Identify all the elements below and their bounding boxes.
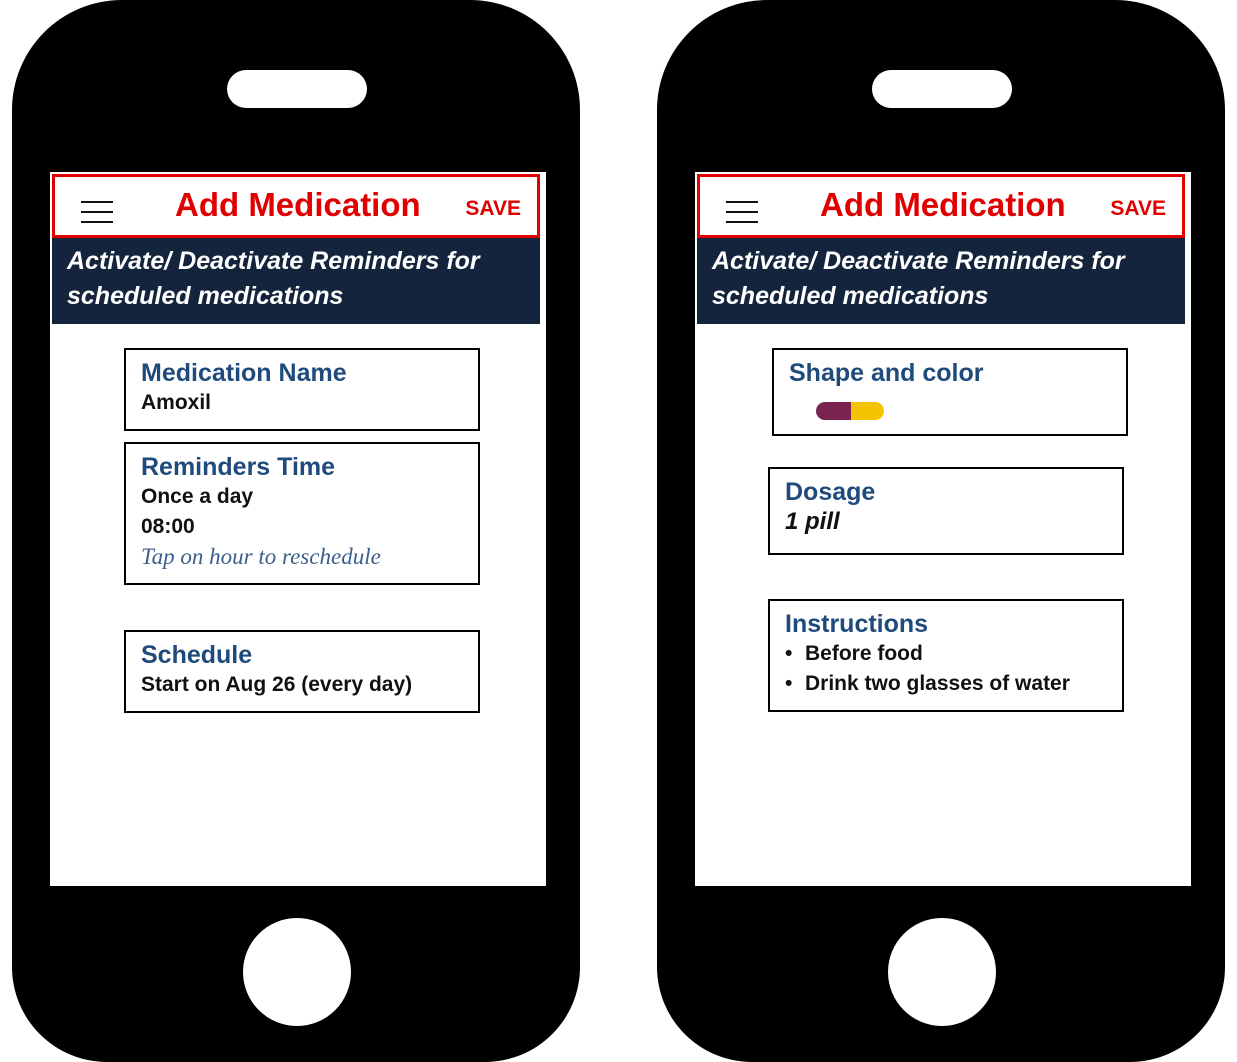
reminders-banner[interactable]: Activate/ Deactivate Reminders for sched… bbox=[697, 238, 1185, 324]
save-button[interactable]: SAVE bbox=[1110, 197, 1166, 221]
banner-line-2: scheduled medications bbox=[67, 282, 344, 310]
instruction-text: Drink two glasses of water bbox=[805, 672, 1070, 695]
reminder-hour[interactable]: 08:00 bbox=[141, 512, 464, 542]
app-header: Add Medication SAVE bbox=[52, 174, 540, 238]
page-title: Add Medication bbox=[175, 186, 421, 223]
reminders-time-label: Reminders Time bbox=[141, 453, 336, 481]
phone-frame-left: Add Medication SAVE Activate/ Deactivate… bbox=[12, 0, 580, 1062]
hamburger-menu-icon[interactable] bbox=[726, 201, 758, 223]
bullet-icon: • bbox=[785, 642, 793, 665]
speaker-icon bbox=[872, 70, 1012, 108]
reminders-time-field[interactable]: Reminders Time Once a day 08:00 Tap on h… bbox=[124, 442, 480, 585]
reminders-banner[interactable]: Activate/ Deactivate Reminders for sched… bbox=[52, 238, 540, 324]
save-button[interactable]: SAVE bbox=[465, 197, 521, 221]
speaker-icon bbox=[227, 70, 367, 108]
instruction-text: Before food bbox=[805, 642, 923, 665]
medication-name-label: Medication Name bbox=[141, 359, 347, 387]
instructions-label: Instructions bbox=[785, 610, 929, 638]
dosage-value: 1 pill bbox=[785, 508, 840, 535]
app-screen-right: Add Medication SAVE Activate/ Deactivate… bbox=[695, 172, 1191, 886]
app-screen-left: Add Medication SAVE Activate/ Deactivate… bbox=[50, 172, 546, 886]
schedule-label: Schedule bbox=[141, 641, 253, 669]
shape-color-field[interactable]: Shape and color bbox=[772, 348, 1128, 436]
reminders-frequency: Once a day bbox=[141, 485, 254, 508]
home-button[interactable] bbox=[888, 918, 996, 1026]
capsule-right-half bbox=[851, 402, 884, 420]
medication-name-field[interactable]: Medication Name Amoxil bbox=[124, 348, 480, 431]
medication-name-value: Amoxil bbox=[141, 391, 212, 414]
schedule-value: Start on Aug 26 (every day) bbox=[141, 673, 413, 696]
bullet-icon: • bbox=[785, 672, 793, 695]
capsule-left-half bbox=[816, 402, 851, 420]
list-item: • Before food bbox=[785, 639, 1108, 669]
capsule-icon bbox=[816, 402, 884, 420]
list-item: • Drink two glasses of water bbox=[785, 669, 1108, 699]
page-title: Add Medication bbox=[820, 186, 1066, 223]
phone-frame-right: Add Medication SAVE Activate/ Deactivate… bbox=[657, 0, 1225, 1062]
banner-line-2: scheduled medications bbox=[712, 282, 989, 310]
banner-line-1: Activate/ Deactivate Reminders for bbox=[712, 247, 1125, 275]
app-header: Add Medication SAVE bbox=[697, 174, 1185, 238]
schedule-field[interactable]: Schedule Start on Aug 26 (every day) bbox=[124, 630, 480, 713]
shape-color-label: Shape and color bbox=[789, 359, 984, 387]
instructions-field[interactable]: Instructions • Before food • Drink two gla… bbox=[768, 599, 1124, 712]
hamburger-menu-icon[interactable] bbox=[81, 201, 113, 223]
banner-line-1: Activate/ Deactivate Reminders for bbox=[67, 247, 480, 275]
dosage-label: Dosage bbox=[785, 478, 876, 506]
reschedule-hint: Tap on hour to reschedule bbox=[141, 544, 381, 569]
home-button[interactable] bbox=[243, 918, 351, 1026]
dosage-field[interactable]: Dosage 1 pill bbox=[768, 467, 1124, 555]
instructions-list: • Before food • Drink two glasses of water bbox=[785, 639, 1108, 699]
